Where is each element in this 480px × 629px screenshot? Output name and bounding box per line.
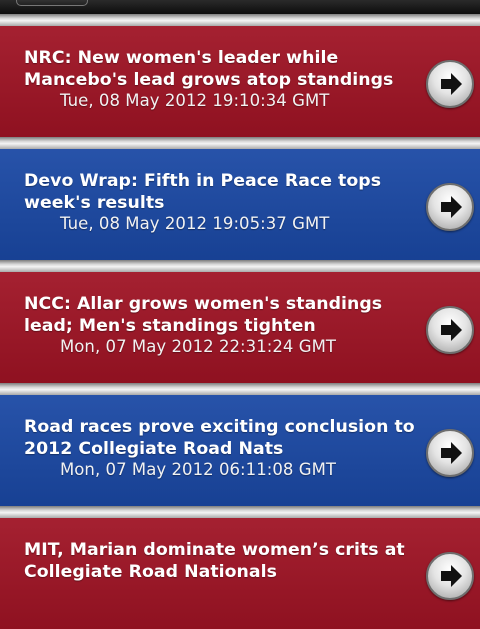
news-item[interactable]: Devo Wrap: Fifth in Peace Race tops week…	[0, 149, 480, 260]
news-item[interactable]: Road races prove exciting conclusion to …	[0, 395, 480, 506]
news-date: Tue, 08 May 2012 19:10:34 GMT	[60, 91, 330, 110]
news-item[interactable]: NCC: Allar grows women's standings lead;…	[0, 272, 480, 383]
right-arrow-icon[interactable]	[426, 306, 474, 354]
divider	[0, 14, 480, 26]
right-arrow-icon[interactable]	[426, 183, 474, 231]
divider	[0, 260, 480, 272]
news-date: Tue, 08 May 2012 19:05:37 GMT	[60, 214, 330, 233]
news-title: Devo Wrap: Fifth in Peace Race tops week…	[24, 170, 432, 234]
top-navigation-bar	[0, 0, 480, 14]
right-arrow-icon[interactable]	[426, 552, 474, 600]
news-item[interactable]: MIT, Marian dominate women’s crits at Co…	[0, 518, 480, 629]
divider	[0, 506, 480, 518]
right-arrow-icon[interactable]	[426, 60, 474, 108]
divider	[0, 383, 480, 395]
news-title: Road races prove exciting conclusion to …	[24, 416, 432, 480]
news-date: Mon, 07 May 2012 06:11:08 GMT	[60, 460, 337, 479]
news-title: NCC: Allar grows women's standings lead;…	[24, 293, 432, 357]
news-title: NRC: New women's leader while Mancebo's …	[24, 47, 432, 111]
news-title: MIT, Marian dominate women’s crits at Co…	[24, 540, 405, 582]
news-list: NRC: New women's leader while Mancebo's …	[0, 14, 480, 629]
divider	[0, 137, 480, 149]
right-arrow-icon[interactable]	[426, 429, 474, 477]
back-button[interactable]	[16, 0, 88, 6]
news-date: Mon, 07 May 2012 22:31:24 GMT	[60, 337, 337, 356]
news-item[interactable]: NRC: New women's leader while Mancebo's …	[0, 26, 480, 137]
